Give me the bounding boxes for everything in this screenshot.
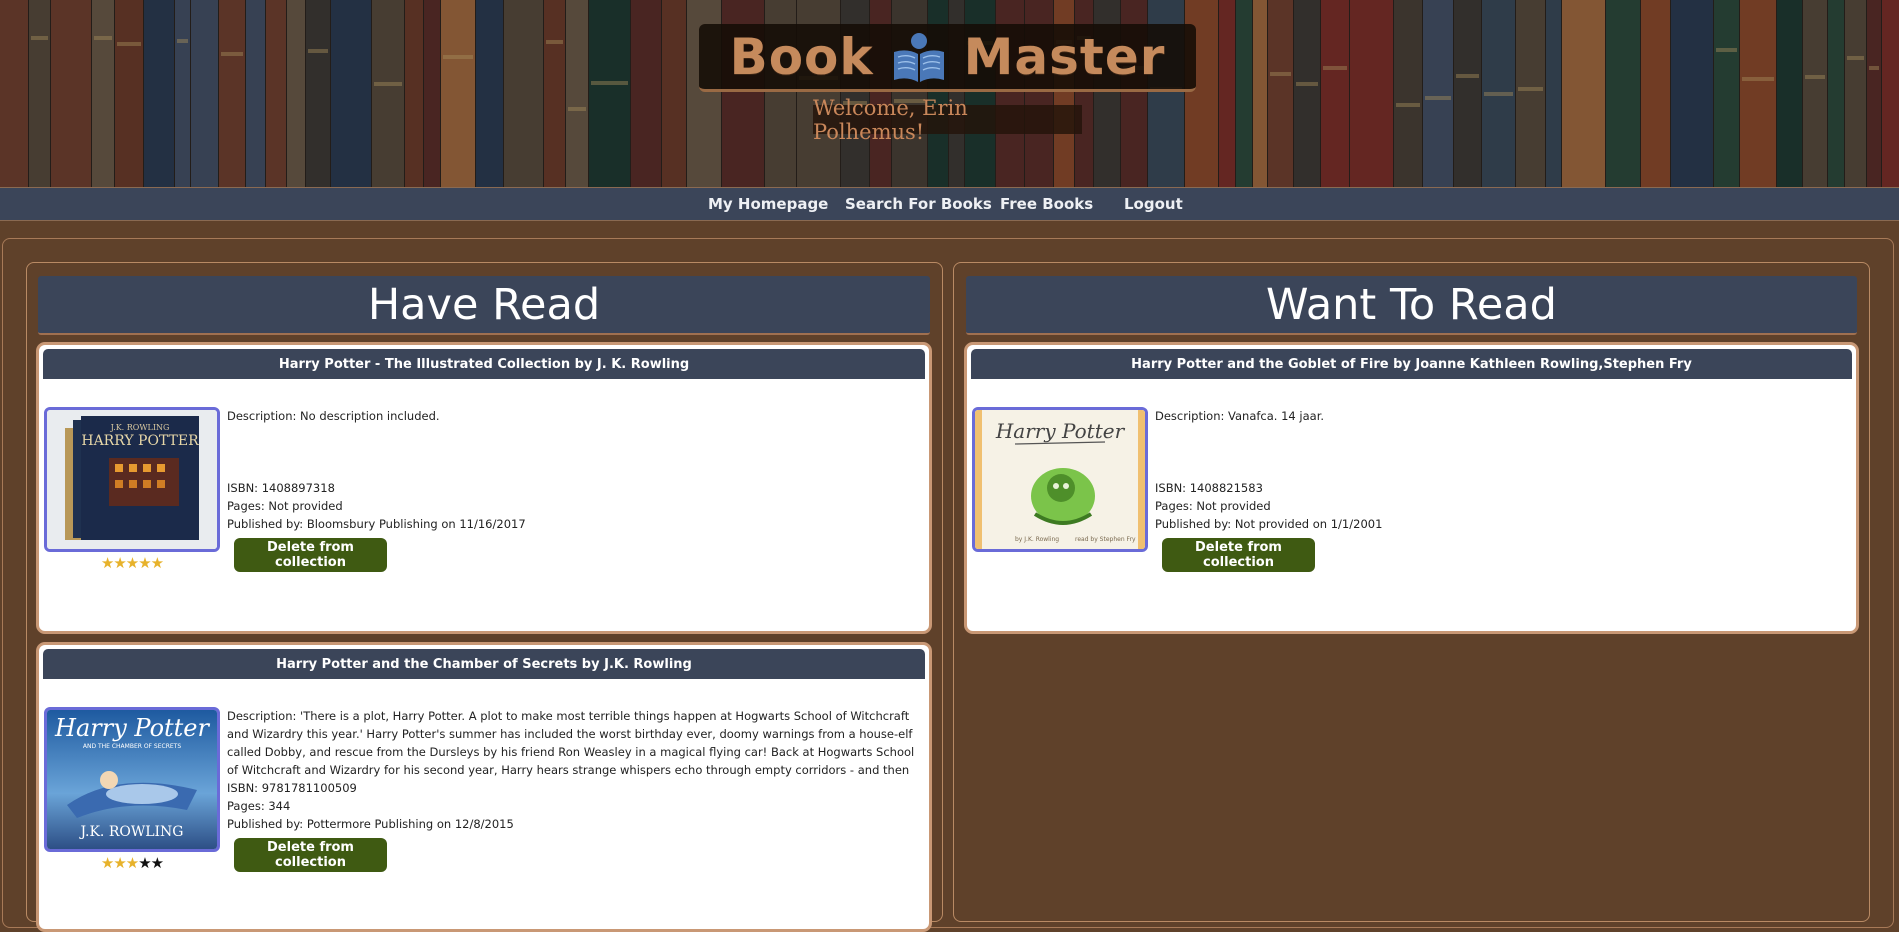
book-isbn: ISBN: 1408897318	[227, 481, 335, 495]
cover-title-text: HARRY POTTER	[81, 433, 199, 449]
svg-text:read by Stephen Fry: read by Stephen Fry	[1075, 536, 1136, 543]
book-card-title: Harry Potter - The Illustrated Collectio…	[43, 349, 925, 379]
book-cover-image[interactable]: J.K. ROWLING HARRY POTTER	[44, 407, 220, 552]
book-details: Description: No description included. IS…	[227, 407, 921, 533]
want-to-read-title: Want To Read	[966, 276, 1857, 335]
logo-text-master: Master	[963, 27, 1166, 86]
book-card-title: Harry Potter and the Chamber of Secrets …	[43, 649, 925, 679]
book-card: Harry Potter - The Illustrated Collectio…	[36, 342, 932, 634]
welcome-message: Welcome, Erin Polhemus!	[813, 96, 1082, 144]
header-banner: Book Master Welcome, Erin Polhemus!	[0, 0, 1899, 187]
cover-author-text: J.K. ROWLING	[78, 824, 183, 840]
book-description: Description: Vanafca. 14 jaar.	[1155, 409, 1325, 423]
nav-logout[interactable]: Logout	[1124, 195, 1183, 213]
main-nav: My Homepage Search For Books Free Books …	[0, 187, 1899, 221]
nav-free-books[interactable]: Free Books	[1000, 195, 1093, 213]
book-published: Published by: Bloomsbury Publishing on 1…	[227, 517, 526, 531]
nav-search-for-books[interactable]: Search For Books	[845, 195, 992, 213]
book-published: Published by: Not provided on 1/1/2001	[1155, 517, 1383, 531]
delete-from-collection-button[interactable]: Delete from collection	[234, 538, 387, 572]
book-cover-image[interactable]: Harry Potter AND THE CHAMBER OF SECRETS …	[44, 707, 220, 852]
cover-title-text: Harry Potter	[54, 714, 210, 742]
delete-from-collection-button[interactable]: Delete from collection	[1162, 538, 1315, 572]
book-card: Harry Potter and the Chamber of Secrets …	[36, 642, 932, 932]
book-isbn: ISBN: 9781781100509	[227, 781, 357, 795]
star-icon: ★★★	[100, 854, 139, 872]
book-pages: Pages: Not provided	[1155, 499, 1271, 513]
site-logo[interactable]: Book Master	[699, 24, 1196, 92]
book-card: Harry Potter and the Goblet of Fire by J…	[964, 342, 1859, 634]
cover-title-text: Harry Potter	[995, 419, 1126, 443]
book-cover-illustrated-collection: J.K. ROWLING HARRY POTTER	[47, 410, 217, 549]
open-book-icon	[893, 32, 944, 82]
book-card-title: Harry Potter and the Goblet of Fire by J…	[971, 349, 1852, 379]
svg-text:J.K. ROWLING: J.K. ROWLING	[110, 423, 170, 432]
nav-my-homepage[interactable]: My Homepage	[708, 195, 828, 213]
star-empty-icon: ★★	[138, 854, 164, 872]
star-rating: ★★★★★	[44, 855, 220, 871]
logo-text-book: Book	[729, 27, 874, 86]
star-rating: ★★★★★	[44, 555, 220, 571]
book-cover-image[interactable]: Harry Potter by J.K. Rowling read by Ste…	[972, 407, 1148, 552]
book-description: Description: 'There is a plot, Harry Pot…	[227, 709, 915, 777]
book-details: Description: 'There is a plot, Harry Pot…	[227, 707, 921, 833]
book-details: Description: Vanafca. 14 jaar. ISBN: 140…	[1155, 407, 1848, 533]
have-read-title: Have Read	[38, 276, 930, 335]
book-cover-chamber-of-secrets: Harry Potter AND THE CHAMBER OF SECRETS …	[47, 710, 217, 849]
star-icon: ★★★★★	[100, 554, 164, 572]
book-description: Description: No description included.	[227, 409, 440, 423]
svg-text:AND THE CHAMBER OF SECRETS: AND THE CHAMBER OF SECRETS	[83, 743, 181, 750]
book-isbn: ISBN: 1408821583	[1155, 481, 1263, 495]
svg-text:by J.K. Rowling: by J.K. Rowling	[1015, 536, 1059, 543]
book-cover-goblet-of-fire: Harry Potter by J.K. Rowling read by Ste…	[975, 410, 1145, 549]
delete-from-collection-button[interactable]: Delete from collection	[234, 838, 387, 872]
book-published: Published by: Pottermore Publishing on 1…	[227, 817, 514, 831]
book-pages: Pages: Not provided	[227, 499, 343, 513]
book-pages: Pages: 344	[227, 799, 291, 813]
